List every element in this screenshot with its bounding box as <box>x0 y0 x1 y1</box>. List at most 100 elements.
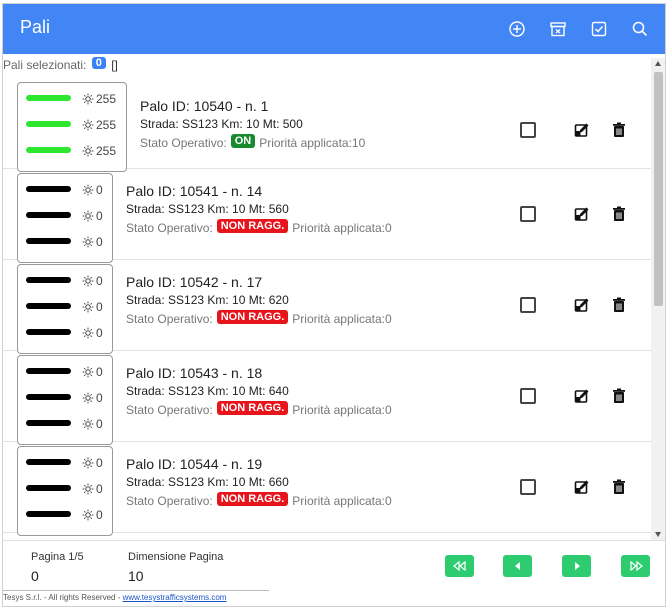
status-label: Stato Operativo: <box>126 221 213 235</box>
prev-page-button[interactable] <box>503 555 532 577</box>
lamp-intensity: 0 <box>82 235 103 249</box>
lamp-value: 255 <box>96 118 117 132</box>
lamp-value: 0 <box>96 417 103 431</box>
lamp-intensity: 0 <box>82 300 103 314</box>
brightness-icon <box>82 301 96 313</box>
scrollbar-thumb[interactable] <box>654 72 663 306</box>
brightness-icon <box>82 457 96 469</box>
brightness-icon <box>82 392 96 404</box>
select-checkbox[interactable] <box>520 206 536 222</box>
first-page-button[interactable] <box>445 555 474 577</box>
pole-row: 0 0 0 Palo ID: 10541 - n. 14 Strada: SS123 K… <box>3 169 651 263</box>
edit-icon[interactable] <box>574 122 590 138</box>
last-page-button[interactable] <box>621 555 650 577</box>
select-checkbox[interactable] <box>520 388 536 404</box>
archive-icon[interactable] <box>549 20 567 38</box>
brightness-icon <box>82 275 96 287</box>
lamp-value: 0 <box>96 300 103 314</box>
lamp-intensity: 255 <box>82 118 116 132</box>
status-label: Stato Operativo: <box>126 312 213 326</box>
checkbox-checked-icon[interactable] <box>590 20 608 38</box>
status-badge: NON RAGG. <box>216 219 289 233</box>
pole-row: 0 0 0 Palo ID: 10543 - n. 18 Strada: SS123 K… <box>3 351 651 445</box>
lamp-indicator <box>26 238 71 244</box>
applied-priority: Priorità applicata:10 <box>259 136 366 150</box>
pole-info: Palo ID: 10541 - n. 14 Strada: SS123 Km: … <box>126 183 392 236</box>
lamp-intensity: 0 <box>82 274 103 288</box>
lamp-value: 0 <box>96 508 103 522</box>
pole-location: Strada: SS123 Km: 10 Mt: 640 <box>126 384 289 398</box>
lamp-indicator <box>26 459 71 465</box>
pole-info: Palo ID: 10544 - n. 19 Strada: SS123 Km: … <box>126 456 392 509</box>
edit-icon[interactable] <box>574 388 590 404</box>
delete-icon[interactable] <box>611 479 627 495</box>
edit-icon[interactable] <box>574 297 590 313</box>
pole-status: Stato Operativo: ON Priorità applicata:10 <box>140 134 366 151</box>
lamp-value: 0 <box>96 326 103 340</box>
lamp-indicator <box>26 95 71 101</box>
select-checkbox[interactable] <box>520 297 536 313</box>
lamp-value: 255 <box>96 92 117 106</box>
pole-row: 0 0 0 Palo ID: 10542 - n. 17 Strada: SS123 K… <box>3 260 651 354</box>
lamp-value: 0 <box>96 391 103 405</box>
status-badge: NON RAGG. <box>216 310 289 324</box>
brightness-icon <box>82 145 96 157</box>
lamp-intensity: 0 <box>82 326 103 340</box>
prev-page-icon <box>514 562 520 570</box>
delete-icon[interactable] <box>611 388 627 404</box>
page-size-value[interactable]: 10 <box>128 568 144 584</box>
lamp-intensity: 255 <box>82 92 116 106</box>
page-title: Pali <box>20 17 51 37</box>
lamp-value: 0 <box>96 235 103 249</box>
add-circle-icon[interactable] <box>508 20 526 38</box>
status-label: Stato Operativo: <box>126 403 213 417</box>
scroll-down-icon[interactable] <box>655 532 661 537</box>
company-link[interactable]: www.tesystrafficsystems.com <box>123 593 227 602</box>
selection-count-badge: 0 <box>91 57 106 69</box>
delete-icon[interactable] <box>611 297 627 313</box>
lamp-intensity: 0 <box>82 365 103 379</box>
lamp-indicator <box>26 511 71 517</box>
page-label: Pagina 1/5 <box>31 551 84 563</box>
delete-icon[interactable] <box>611 122 627 138</box>
lamp-indicator <box>26 277 71 283</box>
lamp-indicator <box>26 147 71 153</box>
lamp-intensity: 255 <box>82 144 116 158</box>
lamp-value: 0 <box>96 456 103 470</box>
next-page-icon <box>574 562 580 570</box>
delete-icon[interactable] <box>611 206 627 222</box>
brightness-icon <box>82 509 96 521</box>
pole-id: Palo ID: 10543 - n. 18 <box>126 365 263 381</box>
lamp-indicator <box>26 329 71 335</box>
pole-status: Stato Operativo: NON RAGG. Priorità applic… <box>126 219 392 236</box>
pole-location: Strada: SS123 Km: 10 Mt: 560 <box>126 202 289 216</box>
lamp-intensity: 0 <box>82 417 103 431</box>
select-checkbox[interactable] <box>520 479 536 495</box>
lamp-value: 0 <box>96 183 103 197</box>
next-page-button[interactable] <box>562 555 591 577</box>
pole-id: Palo ID: 10541 - n. 14 <box>126 183 263 199</box>
lamp-intensity: 0 <box>82 183 103 197</box>
brightness-icon <box>82 366 96 378</box>
lamp-panel: 0 0 0 <box>17 264 113 354</box>
edit-icon[interactable] <box>574 479 590 495</box>
status-label: Stato Operativo: <box>140 136 227 150</box>
pole-status: Stato Operativo: NON RAGG. Priorità applic… <box>126 401 392 418</box>
scroll-up-icon[interactable] <box>655 61 661 66</box>
status-label: Stato Operativo: <box>126 494 213 508</box>
search-icon[interactable] <box>631 20 649 38</box>
selection-list: [] <box>111 58 118 72</box>
brightness-icon <box>82 184 96 196</box>
lamp-value: 0 <box>96 482 103 496</box>
edit-icon[interactable] <box>574 206 590 222</box>
lamp-value: 0 <box>96 209 103 223</box>
applied-priority: Priorità applicata:0 <box>292 494 392 508</box>
lamp-value: 0 <box>96 274 103 288</box>
pole-status: Stato Operativo: NON RAGG. Priorità applic… <box>126 492 392 509</box>
lamp-indicator <box>26 303 71 309</box>
lamp-intensity: 0 <box>82 456 103 470</box>
top-app-bar: Pali <box>3 4 665 54</box>
footer-divider <box>3 590 269 591</box>
select-checkbox[interactable] <box>520 122 536 138</box>
vertical-scrollbar[interactable] <box>651 58 665 540</box>
